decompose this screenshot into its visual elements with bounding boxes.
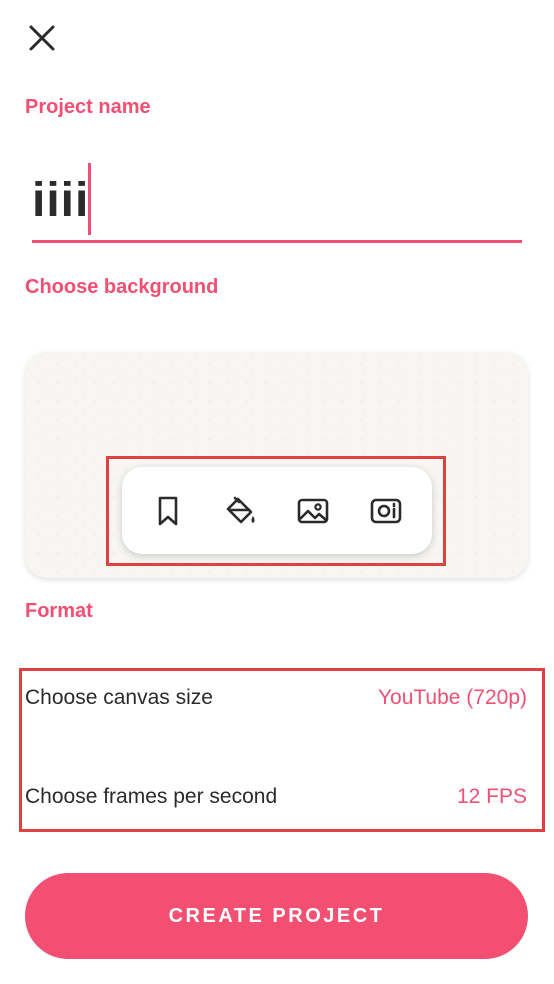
image-icon (297, 498, 329, 523)
fps-value[interactable]: 12 FPS (457, 785, 527, 809)
project-name-input[interactable] (32, 160, 522, 243)
canvas-size-label[interactable]: Choose canvas size (25, 686, 213, 710)
close-icon (29, 25, 55, 51)
create-project-button[interactable]: CREATE PROJECT (25, 873, 528, 959)
text-caret (88, 163, 91, 235)
background-toolbar (122, 467, 432, 554)
project-name-label: Project name (25, 96, 151, 118)
camera-icon (370, 498, 402, 523)
paint-bucket-icon (226, 496, 255, 523)
bookmark-button[interactable] (146, 489, 190, 533)
fps-label[interactable]: Choose frames per second (25, 785, 277, 809)
canvas-size-value[interactable]: YouTube (720p) (378, 686, 527, 710)
choose-background-label: Choose background (25, 276, 219, 298)
image-button[interactable] (291, 489, 335, 533)
close-button[interactable] (26, 22, 58, 54)
paint-bucket-button[interactable] (219, 489, 263, 533)
format-label: Format (25, 600, 93, 622)
bookmark-icon (158, 496, 178, 525)
camera-button[interactable] (364, 489, 408, 533)
